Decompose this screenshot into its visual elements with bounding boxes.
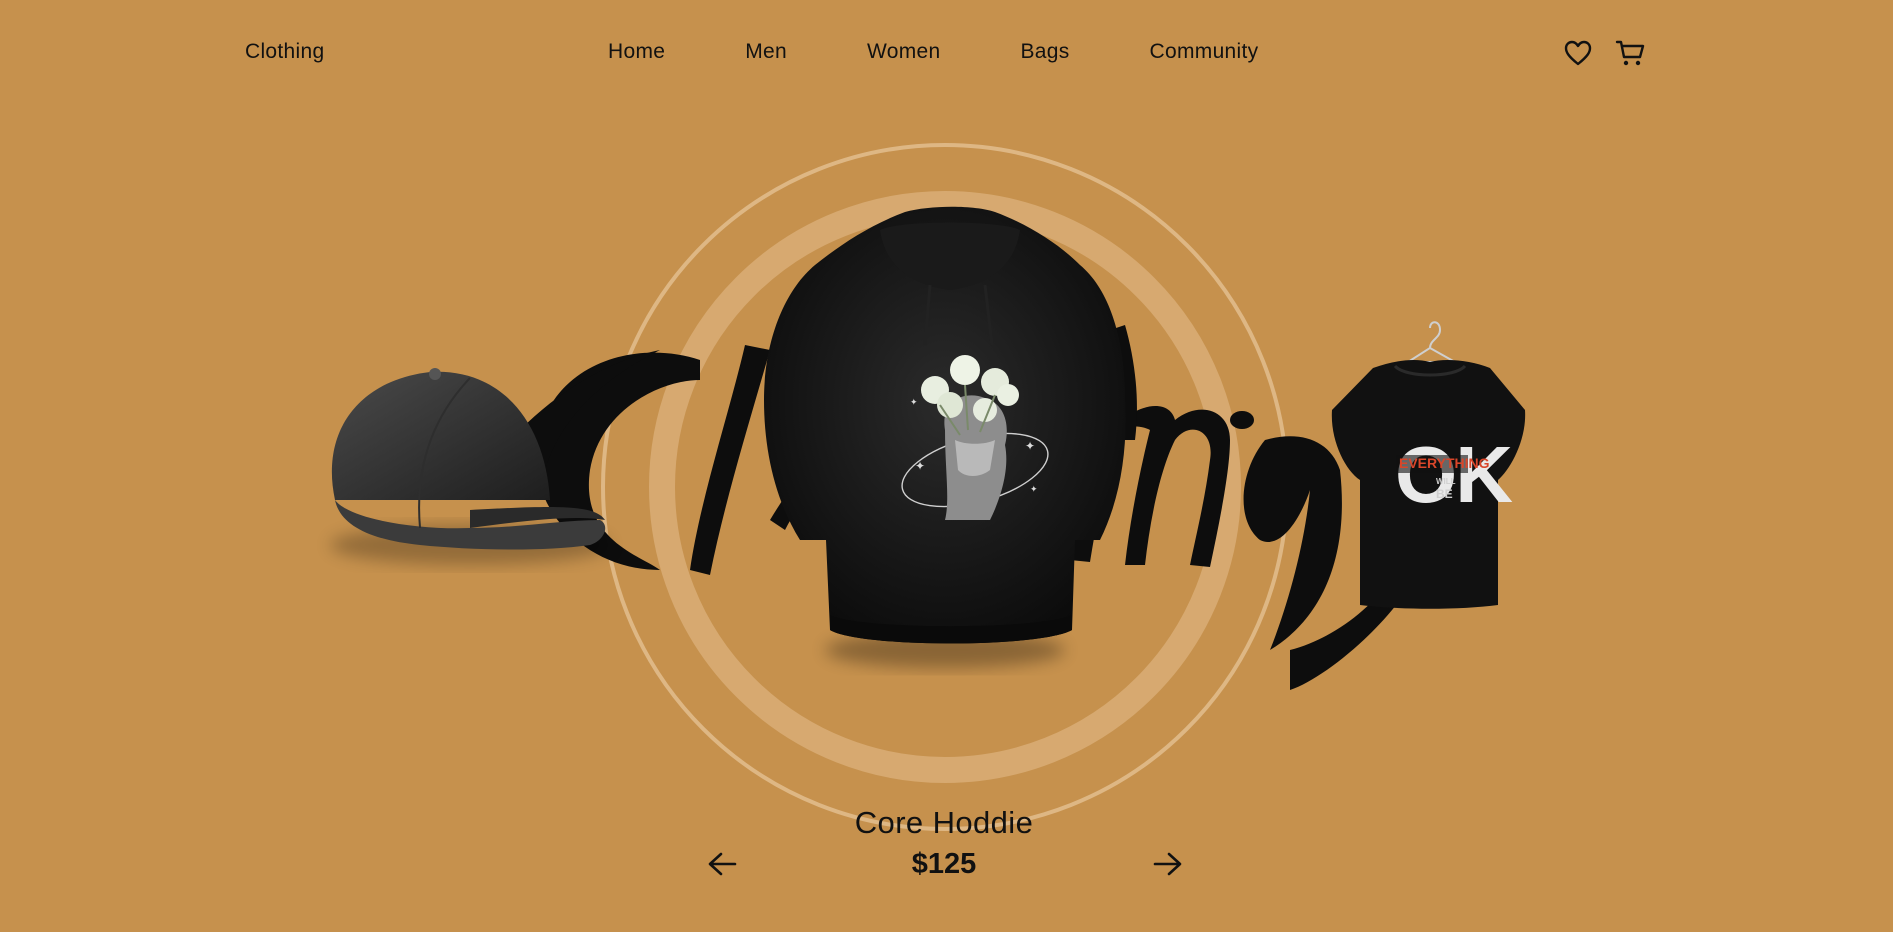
tshirt-print: OK EVERYTHING WILL BE — [1395, 430, 1515, 519]
arrow-left-icon — [708, 852, 737, 876]
hero-illustration: ✦ ✦ ✦ ✦ OK EVERYTHING WILL BE — [330, 143, 1526, 831]
product-price: $125 — [911, 848, 977, 880]
svg-text:✦: ✦ — [1030, 485, 1038, 495]
svg-text:✦: ✦ — [1025, 439, 1035, 453]
product-name: Core Hoddie — [854, 805, 1034, 840]
arrow-right-icon — [1153, 852, 1182, 876]
tee-ok-text: OK — [1395, 430, 1513, 519]
svg-text:✦: ✦ — [910, 398, 918, 408]
prev-product-button[interactable] — [703, 845, 741, 883]
hero-stage: ✦ ✦ ✦ ✦ OK EVERYTHING WILL BE — [0, 0, 1893, 932]
tshirt-product[interactable]: OK EVERYTHING WILL BE — [1331, 321, 1526, 609]
tee-be-text: BE — [1436, 487, 1453, 501]
tee-will-text: WILL — [1436, 477, 1456, 486]
tee-band-text: EVERYTHING — [1399, 455, 1490, 471]
hoodie-product[interactable]: ✦ ✦ ✦ ✦ — [764, 206, 1126, 668]
next-product-button[interactable] — [1149, 845, 1187, 883]
svg-text:✦: ✦ — [915, 459, 925, 473]
